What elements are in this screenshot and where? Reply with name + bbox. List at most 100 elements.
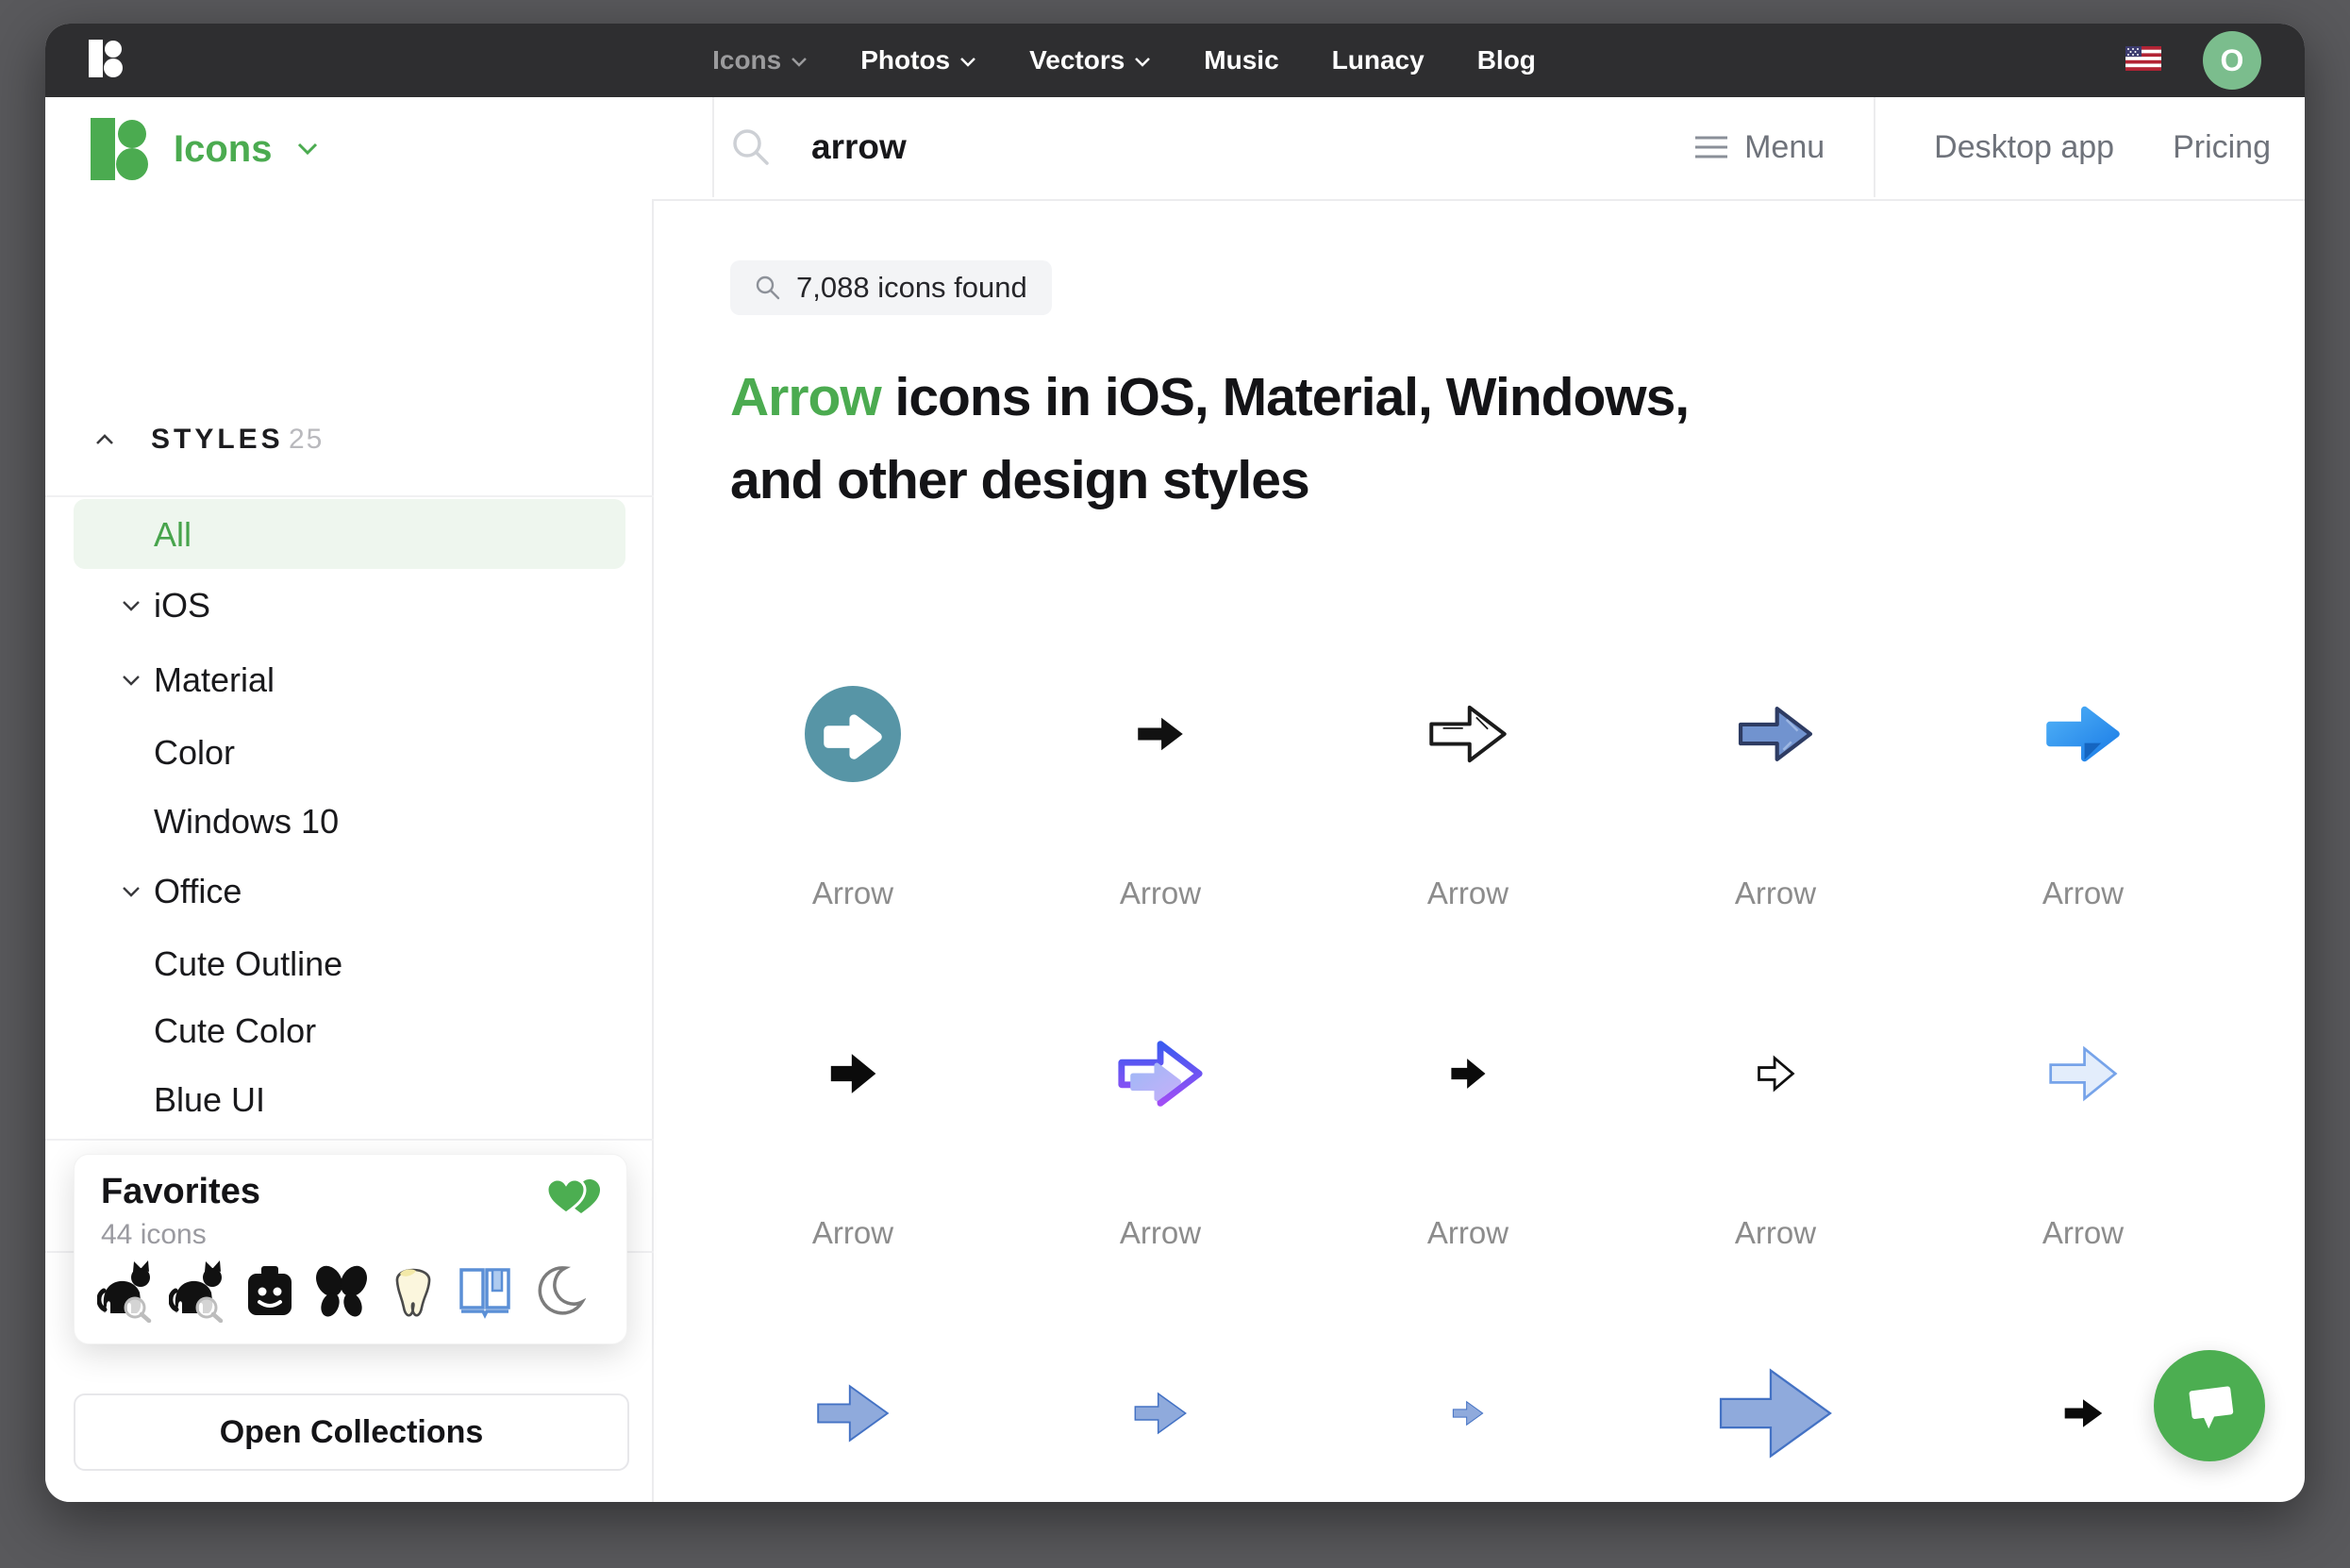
open-collections-button[interactable]: Open Collections xyxy=(74,1393,629,1471)
icons8-logo-white-icon[interactable] xyxy=(89,39,123,82)
icon-result[interactable]: Arrow xyxy=(699,979,1007,1319)
arrow-icon-powerpoint-blue xyxy=(1007,1319,1314,1502)
divider xyxy=(45,495,654,497)
favorites-title: Favorites xyxy=(101,1172,260,1211)
user-avatar[interactable]: O xyxy=(2203,31,2261,90)
arrow-icon-powerpoint-blue-tiny xyxy=(1314,1319,1622,1502)
chevron-down-icon xyxy=(123,601,140,611)
icon-label: Arrow xyxy=(1119,876,1202,910)
pricing-link[interactable]: Pricing xyxy=(2173,129,2271,166)
arrow-icon-powerpoint-blue-large xyxy=(1622,1319,1929,1502)
hamburger-icon xyxy=(1695,136,1728,158)
arrow-icon-sketch-outline xyxy=(1314,640,1622,828)
sidebar-item-office[interactable]: Office xyxy=(45,861,652,922)
chat-support-button[interactable] xyxy=(2154,1350,2265,1461)
results-count: 7,088 icons found xyxy=(796,271,1027,304)
sidebar-item-ios[interactable]: iOS xyxy=(45,575,652,636)
sidebar-item-all[interactable]: All xyxy=(74,499,625,569)
arrow-icon-solid-black xyxy=(1007,640,1314,828)
open-book-icon xyxy=(456,1260,514,1323)
search-icon xyxy=(733,129,769,165)
tooth-icon xyxy=(384,1260,442,1323)
lego-head-icon xyxy=(241,1260,299,1323)
icon-result[interactable]: Arrow xyxy=(1007,640,1314,979)
chevron-down-icon xyxy=(1135,58,1151,67)
nav-item-blog[interactable]: Blog xyxy=(1477,45,1536,75)
butterfly-icon xyxy=(312,1260,371,1323)
topbar-right: O xyxy=(2125,31,2261,90)
favorites-card[interactable]: Favorites 44 icons xyxy=(74,1154,627,1344)
arrow-icon-teal-circle xyxy=(699,640,1007,828)
arrow-icon-powerpoint-blue xyxy=(699,1319,1007,1502)
nav-item-icons[interactable]: Icons xyxy=(712,45,808,75)
icon-result[interactable]: Arrow xyxy=(699,1319,1007,1502)
crescent-moon-icon xyxy=(527,1260,587,1323)
search-bar[interactable]: arrow xyxy=(730,97,907,197)
icon-result[interactable]: Arrow xyxy=(1314,979,1622,1319)
search-input[interactable]: arrow xyxy=(811,127,907,167)
icon-label: Arrow xyxy=(811,876,894,910)
sidebar-item-material[interactable]: Material xyxy=(45,650,652,710)
brand-title: Icons xyxy=(174,127,273,170)
sidebar-item-cute-outline[interactable]: Cute Outline xyxy=(45,934,652,994)
icon-result[interactable]: Arrow xyxy=(699,640,1007,979)
icon-label: Arrow xyxy=(1119,1215,1202,1250)
language-flag-icon[interactable] xyxy=(2125,45,2161,75)
favorites-icon-previews xyxy=(97,1260,626,1326)
icon-results-grid: Arrow Arrow Arrow Arrow Arrow Arrow Arro… xyxy=(699,640,2237,1502)
icon-label: Arrow xyxy=(2042,876,2125,910)
sidebar-item-blue-ui[interactable]: Blue UI xyxy=(45,1070,652,1130)
icon-label: Arrow xyxy=(1734,1215,1817,1250)
page-title: Arrow icons in iOS, Material, Windows, a… xyxy=(730,367,1690,510)
divider xyxy=(45,1139,654,1141)
icon-result[interactable]: Arrow xyxy=(1929,640,2237,979)
icon-label: Arrow xyxy=(1426,876,1509,910)
search-icon xyxy=(756,275,780,300)
double-heart-icon xyxy=(543,1174,604,1224)
arrow-icon-outline-small xyxy=(1622,979,1929,1168)
icon-result[interactable]: Arrow xyxy=(1314,1319,1622,1502)
nav-item-lunacy[interactable]: Lunacy xyxy=(1332,45,1425,75)
icon-label: Arrow xyxy=(1426,1215,1509,1250)
icon-label: Arrow xyxy=(2042,1215,2125,1250)
nav-item-music[interactable]: Music xyxy=(1204,45,1278,75)
icon-result[interactable]: Arrow xyxy=(1007,979,1314,1319)
arrow-icon-solid-black-small xyxy=(1314,979,1622,1168)
arrow-icon-solid-black xyxy=(699,979,1007,1168)
icon-label: Arrow xyxy=(811,1215,894,1250)
top-navigation-bar: Icons Photos Vectors Music Lunacy Blog O xyxy=(45,24,2305,97)
sidebar-item-color[interactable]: Color xyxy=(45,723,652,783)
results-count-chip: 7,088 icons found xyxy=(730,260,1052,315)
nav-item-vectors[interactable]: Vectors xyxy=(1029,45,1151,75)
nav-item-photos[interactable]: Photos xyxy=(860,45,976,75)
chevron-down-icon xyxy=(298,142,318,156)
chevron-down-icon xyxy=(792,58,808,67)
sidebar-item-windows-10[interactable]: Windows 10 xyxy=(45,792,652,852)
menu-button[interactable]: Menu xyxy=(1695,129,1825,166)
sidebar-item-cute-color[interactable]: Cute Color xyxy=(45,1001,652,1061)
icon-result[interactable]: Arrow xyxy=(1007,1319,1314,1502)
icons8-logo-green-icon xyxy=(91,118,148,180)
styles-count: 25 xyxy=(289,424,325,455)
desktop-app-link[interactable]: Desktop app xyxy=(1934,129,2114,166)
chevron-down-icon xyxy=(123,887,140,897)
chevron-down-icon xyxy=(123,676,140,686)
brand[interactable]: Icons xyxy=(91,118,319,180)
icon-result[interactable]: Arrow xyxy=(1622,979,1929,1319)
app-header: Icons arrow Menu Desktop app Pricing xyxy=(45,97,2305,201)
black-cat-icon xyxy=(168,1260,227,1324)
arrow-icon-fluent-blue xyxy=(1929,640,2237,828)
search-term-highlight: Arrow xyxy=(730,367,882,427)
icon-result[interactable]: Arrow xyxy=(1314,640,1622,979)
arrow-icon-blue-filled-outlined xyxy=(1622,640,1929,828)
header-divider xyxy=(1874,97,1876,197)
styles-section-header[interactable]: STYLES 25 xyxy=(45,411,652,468)
browser-window: Icons Photos Vectors Music Lunacy Blog O… xyxy=(45,24,2305,1502)
icon-result[interactable]: Arrow xyxy=(1622,640,1929,979)
arrow-icon-pale-blue-outline xyxy=(1929,979,2237,1168)
primary-nav: Icons Photos Vectors Music Lunacy Blog xyxy=(123,45,2125,75)
icon-result[interactable]: Arrow xyxy=(1929,979,2237,1319)
icon-result[interactable]: Arrow xyxy=(1622,1319,1929,1502)
chevron-down-icon xyxy=(960,58,976,67)
favorites-count: 44 icons xyxy=(101,1219,207,1250)
